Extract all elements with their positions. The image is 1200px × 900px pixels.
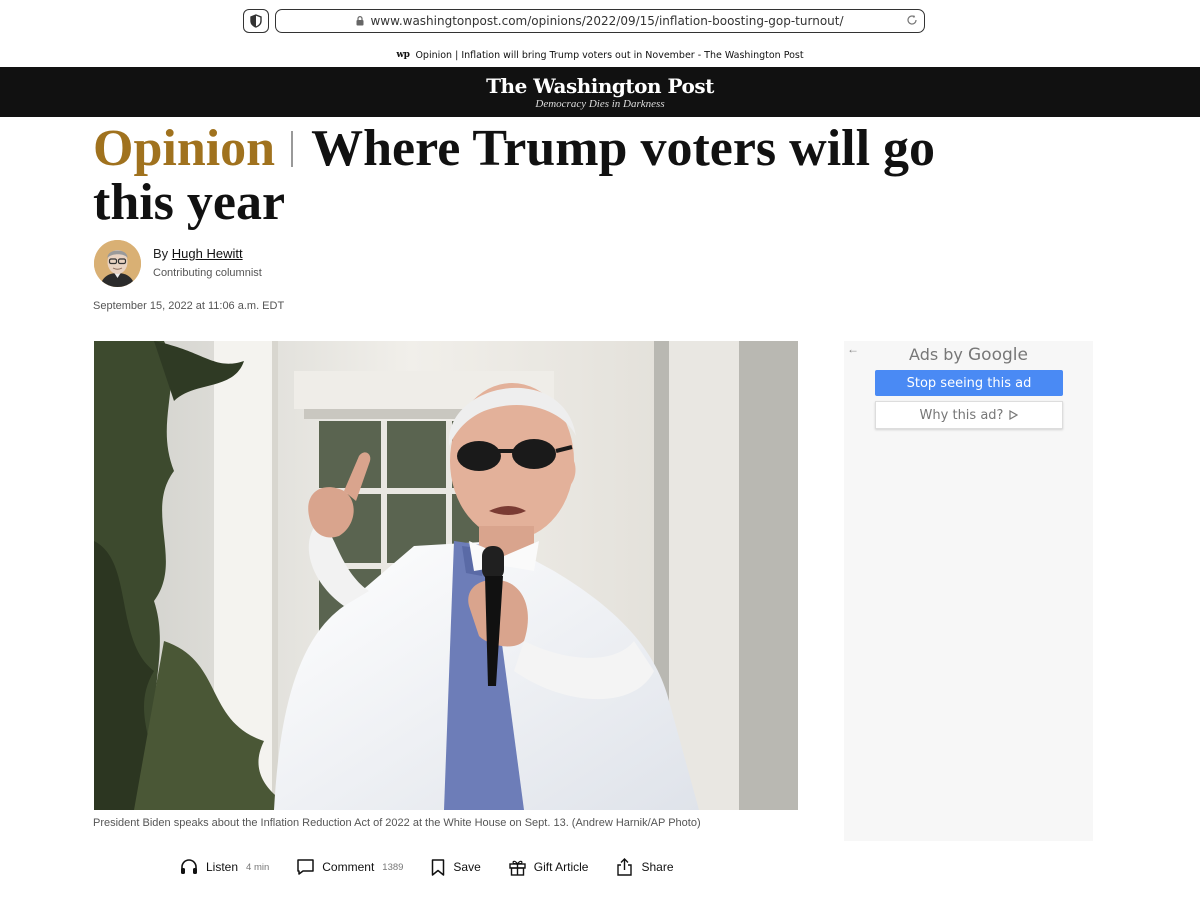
bookmark-icon — [431, 858, 445, 876]
author-link[interactable]: Hugh Hewitt — [172, 246, 243, 261]
publish-date: September 15, 2022 at 11:06 a.m. EDT — [93, 300, 285, 312]
ad-panel: ← Ads by Google Stop seeing this ad Why … — [844, 341, 1093, 841]
wp-favicon-icon: wp — [396, 50, 410, 60]
listen-label: Listen — [206, 860, 239, 874]
comment-label: Comment — [322, 860, 375, 874]
listen-duration: 4 min — [246, 861, 270, 873]
comment-count: 1389 — [382, 861, 404, 873]
author-role: Contributing columnist — [153, 267, 262, 279]
browser-toolbar: www.washingtonpost.com/opinions/2022/09/… — [0, 0, 1200, 42]
masthead: The Washington Post Democracy Dies in Da… — [0, 67, 1200, 117]
share-button[interactable]: Share — [616, 858, 674, 876]
gift-article-button[interactable]: Gift Article — [509, 859, 589, 876]
why-this-ad-label: Why this ad? — [919, 407, 1004, 423]
save-label: Save — [453, 860, 481, 874]
article-actions: Listen 4 min Comment 1389 Save Gift Arti… — [180, 857, 702, 877]
google-brand: Google — [968, 345, 1028, 365]
tab-title[interactable]: wp Opinion | Inflation will bring Trump … — [0, 46, 1200, 64]
opinion-kicker[interactable]: Opinion — [93, 120, 275, 177]
share-label: Share — [641, 860, 674, 874]
play-outline-icon — [1008, 410, 1019, 420]
tab-title-text: Opinion | Inflation will bring Trump vot… — [415, 49, 804, 61]
byline: By Hugh Hewitt — [153, 246, 243, 261]
tagline: Democracy Dies in Darkness — [535, 98, 665, 110]
address-bar[interactable]: www.washingtonpost.com/opinions/2022/09/… — [275, 9, 925, 33]
save-button[interactable]: Save — [431, 858, 481, 876]
listen-button[interactable]: Listen 4 min — [180, 859, 269, 875]
reload-icon[interactable] — [906, 14, 918, 29]
article-photo[interactable] — [94, 341, 798, 810]
lock-icon — [356, 16, 364, 26]
article-headline: Opinion Where Trump voters will go this y… — [93, 122, 973, 230]
ads-by-google: Ads by Google — [844, 345, 1093, 365]
url-text: www.washingtonpost.com/opinions/2022/09/… — [370, 14, 844, 28]
comment-icon — [297, 859, 315, 875]
gift-article-label: Gift Article — [533, 860, 589, 874]
ads-by-label: Ads by — [909, 345, 963, 364]
privacy-shield-icon[interactable] — [243, 9, 269, 33]
gift-icon — [509, 859, 526, 876]
why-this-ad-button[interactable]: Why this ad? — [875, 401, 1063, 429]
byline-prefix: By — [153, 246, 169, 261]
share-icon — [616, 858, 633, 876]
stop-seeing-ad-button[interactable]: Stop seeing this ad — [875, 370, 1063, 396]
photo-caption: President Biden speaks about the Inflati… — [93, 817, 701, 829]
author-avatar[interactable] — [94, 240, 141, 287]
kicker-divider — [291, 131, 294, 167]
headphones-icon — [180, 859, 198, 875]
site-logo[interactable]: The Washington Post — [0, 75, 1200, 97]
comment-button[interactable]: Comment 1389 — [297, 859, 403, 875]
